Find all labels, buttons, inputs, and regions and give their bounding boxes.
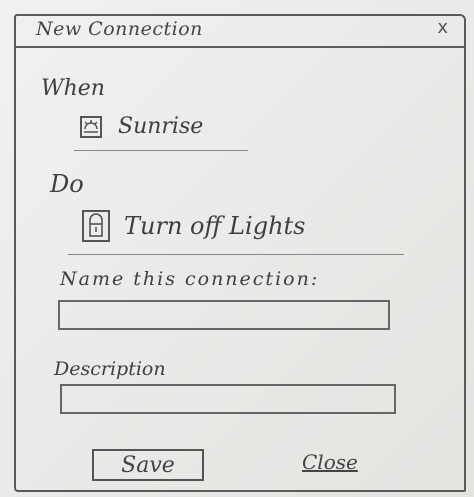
close-link[interactable]: Close — [302, 450, 358, 474]
close-icon[interactable]: x — [437, 17, 448, 38]
lock-icon — [82, 210, 110, 242]
connection-name-label: Name this connection: — [60, 268, 320, 290]
connection-name-input[interactable] — [58, 300, 390, 330]
description-input[interactable] — [60, 384, 396, 414]
do-heading: Do — [50, 170, 84, 198]
sunrise-icon — [80, 116, 102, 138]
new-connection-dialog: New Connection x When Sunrise Do Turn of… — [14, 14, 466, 492]
action-selector[interactable]: Turn off Lights — [68, 204, 404, 255]
dialog-titlebar: New Connection x — [16, 16, 464, 48]
paper-sketch: New Connection x When Sunrise Do Turn of… — [0, 0, 474, 497]
dialog-title: New Connection — [36, 18, 203, 40]
trigger-selector[interactable]: Sunrise — [74, 108, 248, 151]
when-heading: When — [41, 76, 105, 101]
action-label: Turn off Lights — [124, 212, 306, 240]
description-label: Description — [54, 358, 166, 380]
trigger-label: Sunrise — [118, 114, 204, 139]
save-button[interactable]: Save — [92, 449, 204, 481]
